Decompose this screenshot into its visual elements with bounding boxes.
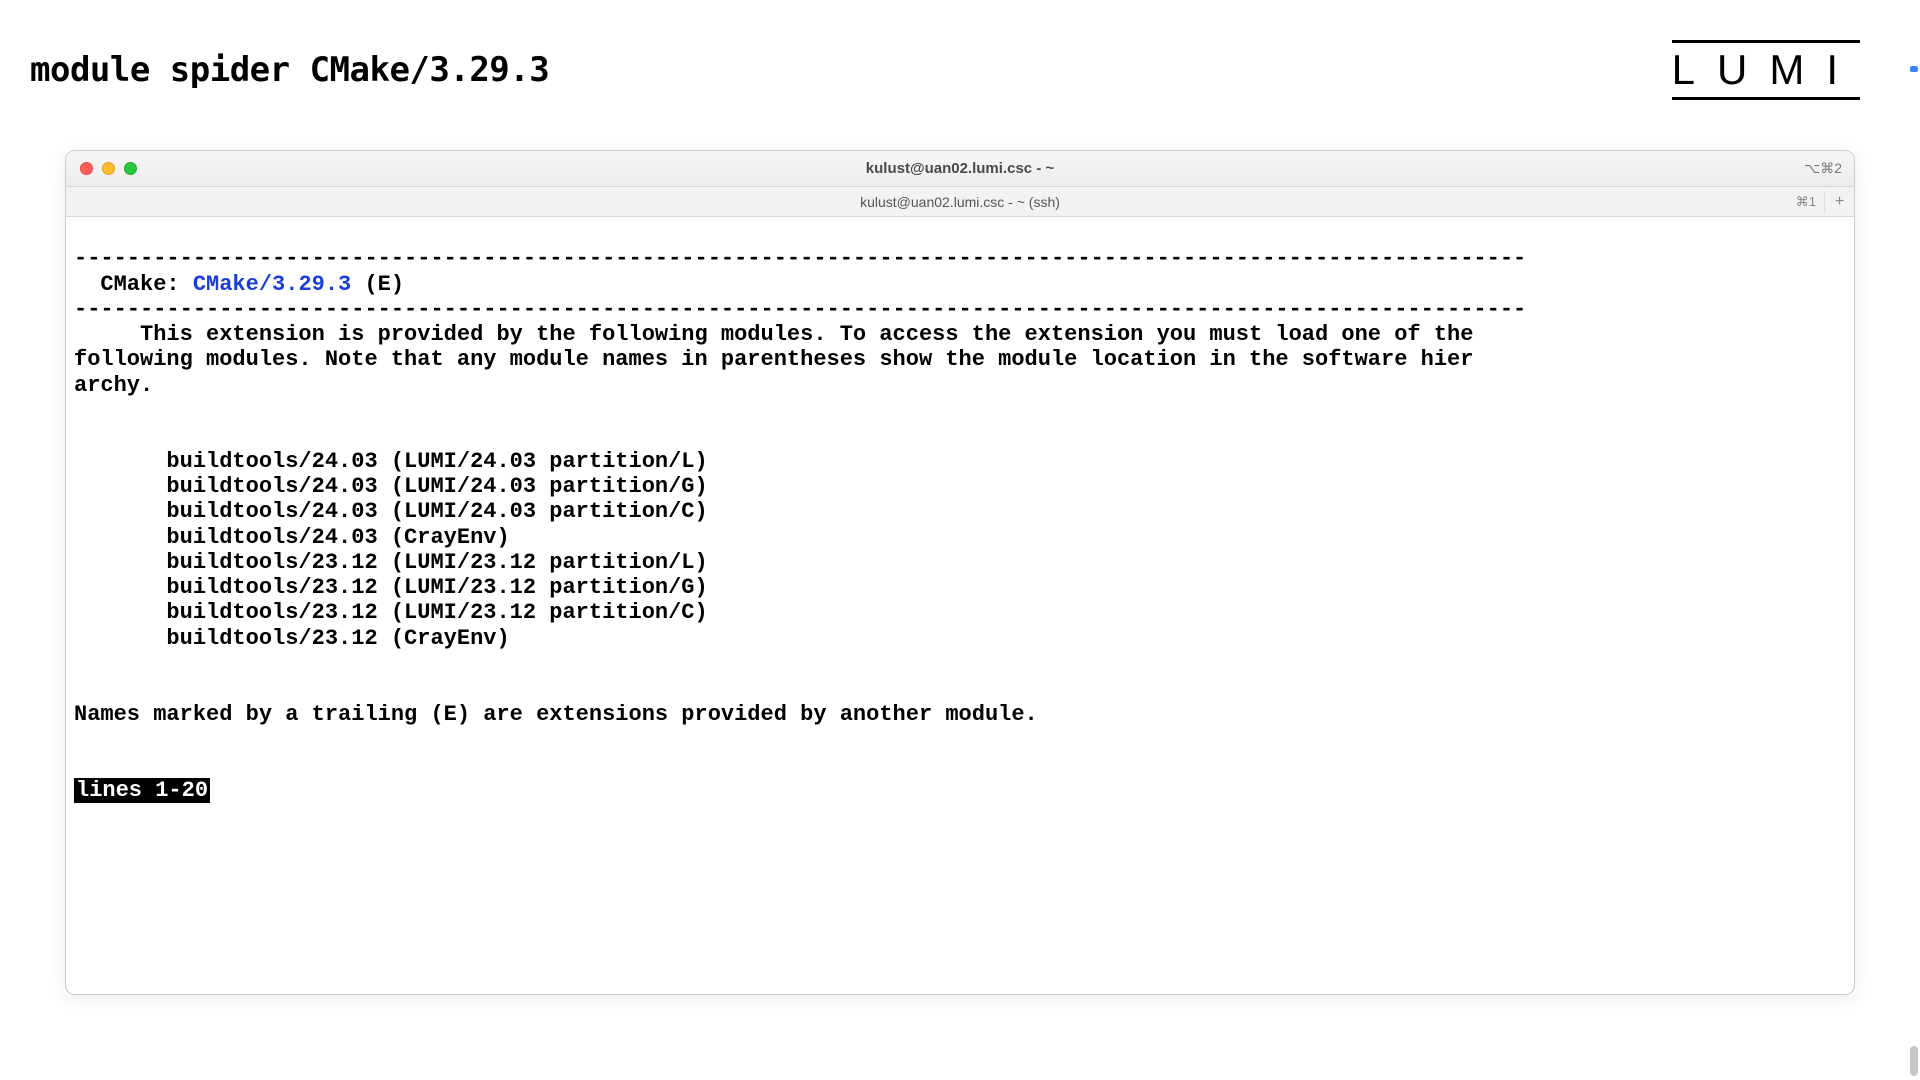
- module-header-label: CMake:: [74, 272, 193, 297]
- traffic-lights: [66, 162, 137, 175]
- terminal-body[interactable]: ----------------------------------------…: [66, 217, 1854, 994]
- tab-bar: kulust@uan02.lumi.csc - ~ (ssh) ⌘1 +: [66, 187, 1854, 217]
- module-version: CMake/3.29.3: [193, 272, 351, 297]
- extension-footnote: Names marked by a trailing (E) are exten…: [74, 702, 1038, 727]
- tab-shortcut-label: ⌘1: [1796, 194, 1816, 210]
- module-suffix: (E): [351, 272, 404, 297]
- module-list-item: buildtools/24.03 (LUMI/24.03 partition/L…: [74, 449, 708, 474]
- page-title: module spider CMake/3.29.3: [30, 50, 549, 90]
- module-list-item: buildtools/23.12 (CrayEnv): [74, 626, 510, 651]
- module-list-item: buildtools/24.03 (CrayEnv): [74, 525, 510, 550]
- terminal-window: kulust@uan02.lumi.csc - ~ ⌥⌘2 kulust@uan…: [65, 150, 1855, 995]
- window-shortcut-label: ⌥⌘2: [1804, 160, 1842, 177]
- close-icon[interactable]: [80, 162, 93, 175]
- module-list-item: buildtools/23.12 (LUMI/23.12 partition/L…: [74, 550, 708, 575]
- module-list-item: buildtools/24.03 (LUMI/24.03 partition/C…: [74, 499, 708, 524]
- module-description: This extension is provided by the follow…: [74, 322, 1473, 398]
- module-list-item: buildtools/23.12 (LUMI/23.12 partition/C…: [74, 600, 708, 625]
- pager-status: lines 1-20: [74, 778, 210, 803]
- module-list-item: buildtools/24.03 (LUMI/24.03 partition/G…: [74, 474, 708, 499]
- window-title: kulust@uan02.lumi.csc - ~: [66, 160, 1854, 177]
- minimize-icon[interactable]: [102, 162, 115, 175]
- divider-line: ----------------------------------------…: [74, 246, 1526, 271]
- window-titlebar: kulust@uan02.lumi.csc - ~ ⌥⌘2: [66, 151, 1854, 187]
- zoom-icon[interactable]: [124, 162, 137, 175]
- lumi-logo: LUMI: [1672, 40, 1860, 100]
- tab-title[interactable]: kulust@uan02.lumi.csc - ~ (ssh): [66, 194, 1854, 210]
- add-tab-button[interactable]: +: [1824, 191, 1846, 213]
- divider-line: ----------------------------------------…: [74, 297, 1526, 322]
- module-list-item: buildtools/23.12 (LUMI/23.12 partition/G…: [74, 575, 708, 600]
